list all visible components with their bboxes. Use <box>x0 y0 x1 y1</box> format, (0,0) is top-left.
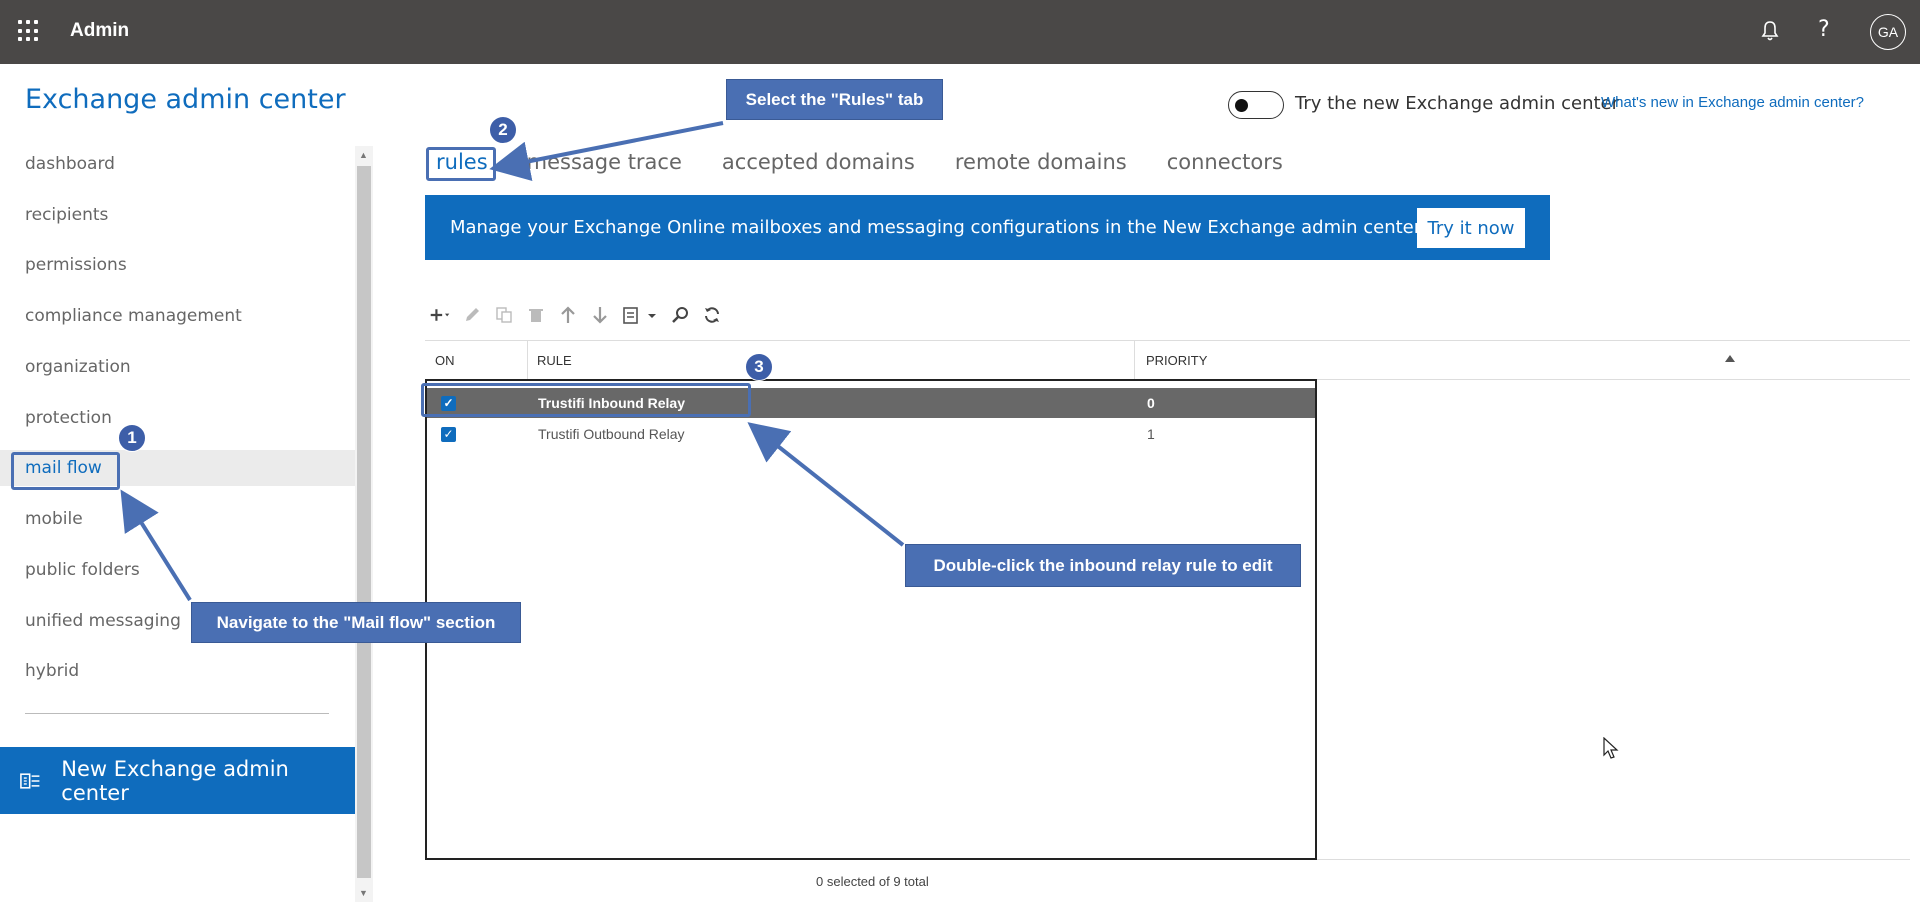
new-eac-toggle[interactable] <box>1228 91 1284 119</box>
edit-icon[interactable] <box>462 304 482 326</box>
rules-grid: ✓ Trustifi Inbound Relay 0 ✓ Trustifi Ou… <box>425 379 1317 860</box>
search-icon[interactable] <box>670 304 690 326</box>
selection-count: 0 selected of 9 total <box>816 874 929 889</box>
export-icon[interactable] <box>622 304 658 326</box>
scroll-down-icon[interactable]: ▼ <box>359 888 368 898</box>
rule-priority: 0 <box>1147 395 1155 411</box>
nav-item-organization[interactable]: organization <box>0 349 355 385</box>
column-header-rule[interactable]: RULE <box>537 353 572 368</box>
nav-item-compliance-management[interactable]: compliance management <box>0 298 355 334</box>
whats-new-link[interactable]: What's new in Exchange admin center? <box>1601 94 1864 111</box>
help-icon[interactable]: ? <box>1818 17 1830 42</box>
callout-step-2: Select the "Rules" tab <box>726 79 943 120</box>
callout-step-3: Double-click the inbound relay rule to e… <box>905 544 1301 587</box>
highlight-mail-flow <box>11 452 120 490</box>
step-2-badge: 2 <box>489 116 517 144</box>
new-eac-button[interactable]: New Exchange admin center <box>0 747 355 814</box>
rules-toolbar <box>430 302 722 328</box>
nav-item-public-folders[interactable]: public folders <box>0 552 355 588</box>
app-launcher-icon[interactable] <box>18 20 40 42</box>
nav-item-recipients[interactable]: recipients <box>0 197 355 233</box>
tab-connectors[interactable]: connectors <box>1157 150 1293 184</box>
refresh-icon[interactable] <box>702 304 722 326</box>
add-icon[interactable] <box>430 304 450 326</box>
column-header-priority[interactable]: PRIORITY <box>1146 353 1207 368</box>
move-up-icon[interactable] <box>558 304 578 326</box>
tab-message-trace[interactable]: message trace <box>517 150 692 184</box>
column-separator <box>527 341 528 381</box>
highlight-inbound-rule <box>421 383 751 417</box>
try-it-now-button[interactable]: Try it now <box>1417 208 1525 248</box>
page-title: Exchange admin center <box>25 84 346 115</box>
tab-bar: rules message trace accepted domains rem… <box>427 150 1293 184</box>
app-title[interactable]: Admin <box>70 20 129 42</box>
column-header-on[interactable]: ON <box>435 353 455 368</box>
grid-bottom-line <box>1317 859 1910 860</box>
highlight-rules-tab <box>426 147 496 181</box>
nav-scrollbar[interactable]: ▲ ▼ <box>355 146 373 902</box>
step-3-badge: 3 <box>745 353 773 381</box>
step-1-badge: 1 <box>118 424 146 452</box>
copy-icon[interactable] <box>494 304 514 326</box>
mouse-cursor-icon <box>1603 737 1619 759</box>
move-down-icon[interactable] <box>590 304 610 326</box>
nav-item-protection[interactable]: protection <box>0 400 355 436</box>
tab-remote-domains[interactable]: remote domains <box>945 150 1137 184</box>
nav-divider <box>25 713 329 714</box>
rule-enabled-checkbox[interactable]: ✓ <box>441 427 456 442</box>
new-eac-label: New Exchange admin center <box>61 756 289 805</box>
rules-grid-header: ON RULE PRIORITY <box>425 340 1910 381</box>
nav-item-permissions[interactable]: permissions <box>0 247 355 283</box>
notifications-bell-icon[interactable] <box>1757 18 1783 44</box>
banner-text: Manage your Exchange Online mailboxes an… <box>450 217 1426 238</box>
column-separator <box>1134 341 1135 381</box>
nav-item-mobile[interactable]: mobile <box>0 501 355 537</box>
nav-item-dashboard[interactable]: dashboard <box>0 146 355 182</box>
exchange-icon <box>20 772 40 789</box>
sort-ascending-icon[interactable] <box>1725 355 1735 362</box>
new-eac-banner: Manage your Exchange Online mailboxes an… <box>425 195 1550 260</box>
nav-item-hybrid[interactable]: hybrid <box>0 653 355 689</box>
top-bar: Admin ? GA <box>0 0 1920 64</box>
table-row[interactable]: ✓ Trustifi Outbound Relay 1 <box>427 419 1315 449</box>
toggle-label: Try the new Exchange admin center <box>1295 93 1620 114</box>
tab-accepted-domains[interactable]: accepted domains <box>712 150 925 184</box>
scroll-up-icon[interactable]: ▲ <box>359 150 368 160</box>
callout-step-1: Navigate to the "Mail flow" section <box>191 602 521 643</box>
user-avatar[interactable]: GA <box>1870 14 1906 50</box>
scroll-thumb[interactable] <box>357 166 371 878</box>
delete-icon[interactable] <box>526 304 546 326</box>
rule-priority: 1 <box>1147 426 1155 442</box>
rule-name: Trustifi Outbound Relay <box>538 426 685 442</box>
